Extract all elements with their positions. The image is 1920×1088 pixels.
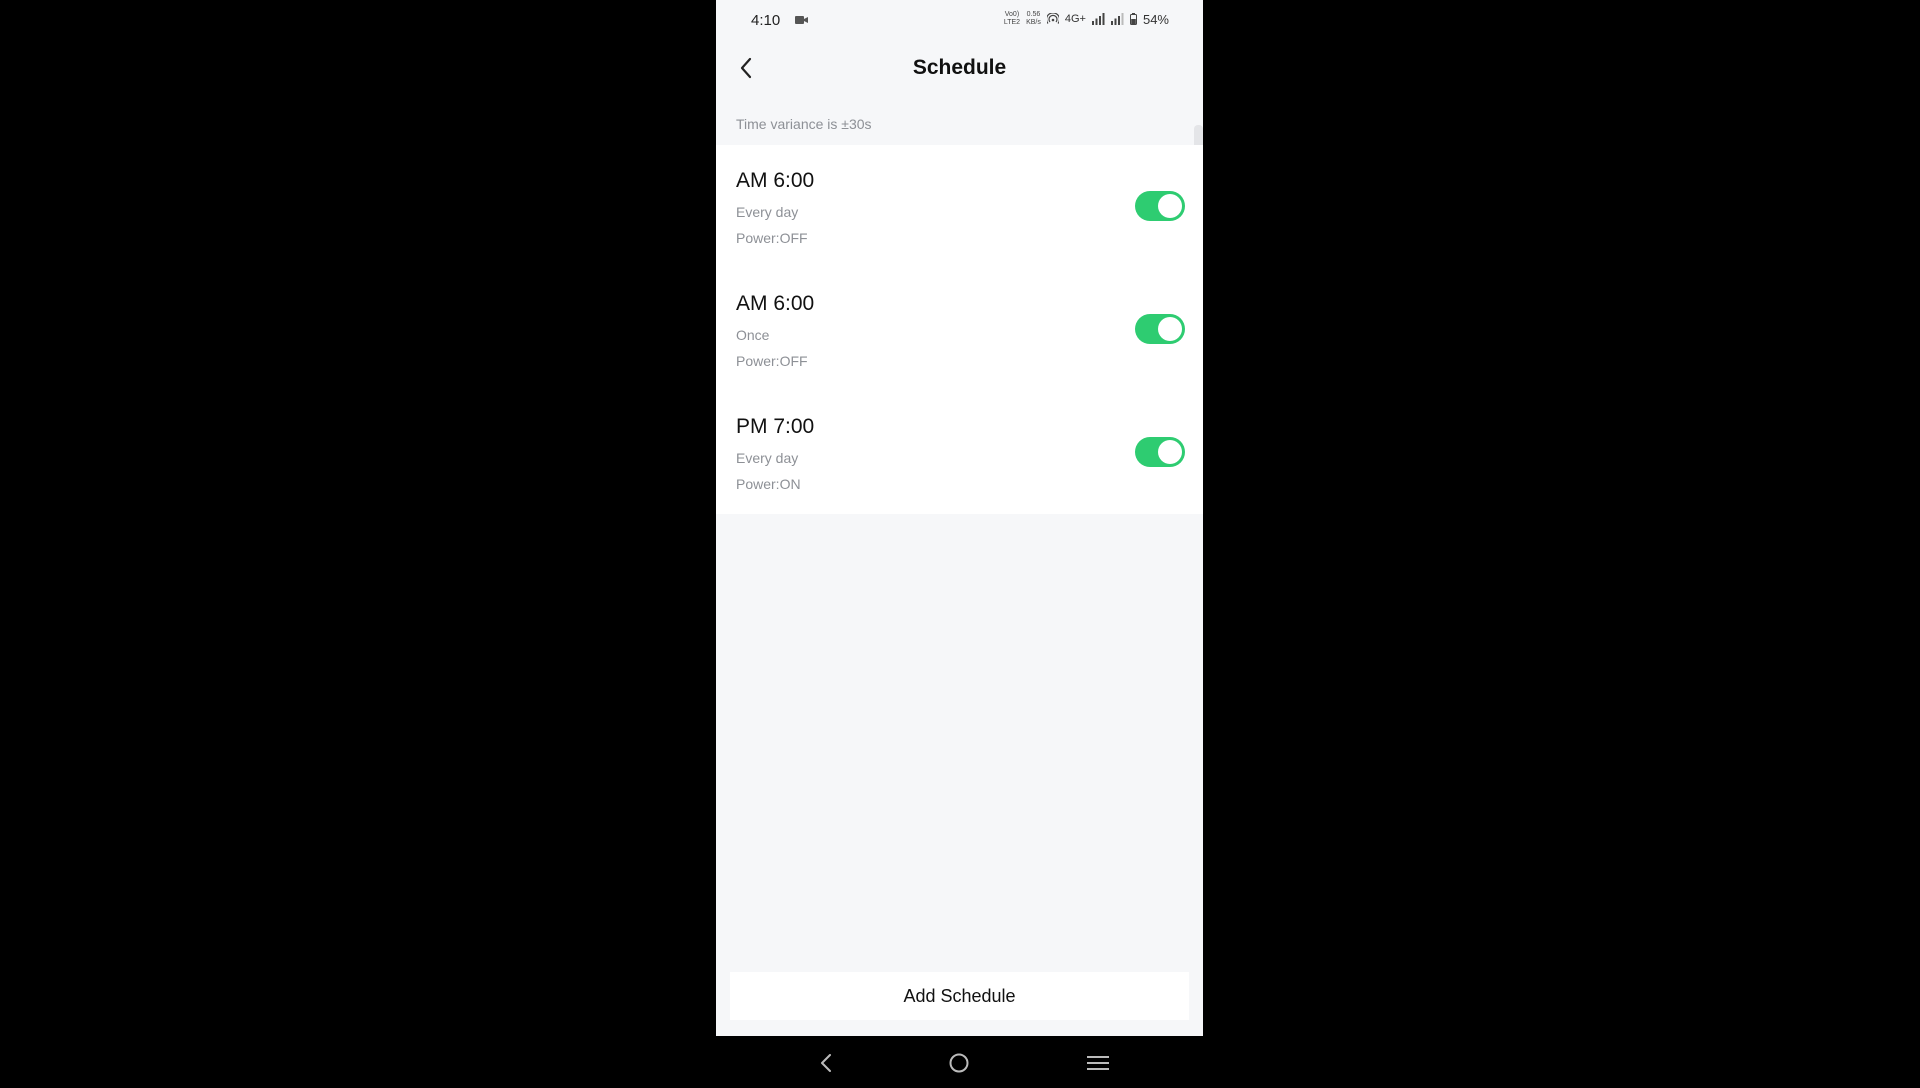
schedule-time: PM 7:00 — [736, 415, 815, 438]
phone-screen: 4:10 Vo0) LTE2 0.56 KB/s 4G+ 54% Schedul… — [716, 0, 1203, 1036]
schedule-toggle[interactable] — [1135, 191, 1185, 221]
network-speed: 0.56 KB/s — [1026, 11, 1041, 26]
schedule-time: AM 6:00 — [736, 169, 815, 192]
signal-icon-1 — [1091, 13, 1105, 25]
nav-menu-icon — [1087, 1056, 1109, 1070]
schedule-item[interactable]: AM 6:00 Once Power:OFF — [716, 268, 1203, 391]
hotspot-icon — [1046, 13, 1059, 24]
schedule-item[interactable]: PM 7:00 Every day Power:ON — [716, 391, 1203, 514]
app-header: Schedule — [716, 40, 1203, 96]
system-nav-bar — [716, 1036, 1203, 1088]
nav-home-button[interactable] — [946, 1050, 972, 1076]
screen-record-icon — [795, 16, 808, 24]
toggle-knob — [1158, 317, 1182, 341]
volte-indicator: Vo0) LTE2 — [1003, 11, 1021, 26]
schedule-action: Power:OFF — [736, 353, 808, 369]
nav-menu-button[interactable] — [1085, 1050, 1111, 1076]
time-variance-hint: Time variance is ±30s — [736, 116, 872, 132]
schedule-action: Power:OFF — [736, 230, 808, 246]
nav-back-icon — [821, 1054, 831, 1072]
schedule-time: AM 6:00 — [736, 292, 815, 315]
network-type: 4G+ — [1064, 13, 1086, 25]
page-title: Schedule — [912, 56, 1007, 79]
schedule-repeat: Every day — [736, 450, 799, 466]
battery-percent: 54% — [1142, 11, 1169, 27]
status-time: 4:10 — [751, 12, 781, 29]
status-icons: Vo0) LTE2 0.56 KB/s 4G+ 54% — [1004, 11, 1169, 27]
schedule-repeat: Once — [736, 327, 770, 343]
status-bar: 4:10 Vo0) LTE2 0.56 KB/s 4G+ 54% — [716, 0, 1203, 40]
schedule-item[interactable]: AM 6:00 Every day Power:OFF — [716, 145, 1203, 268]
schedule-repeat: Every day — [736, 204, 799, 220]
schedule-toggle[interactable] — [1135, 314, 1185, 344]
signal-icon-2 — [1110, 13, 1124, 25]
nav-home-icon — [949, 1053, 969, 1073]
add-schedule-button[interactable]: Add Schedule — [730, 972, 1189, 1020]
schedule-toggle[interactable] — [1135, 437, 1185, 467]
schedule-action: Power:ON — [736, 476, 801, 492]
toggle-knob — [1158, 440, 1182, 464]
nav-back-button[interactable] — [813, 1050, 839, 1076]
battery-icon — [1129, 13, 1137, 25]
toggle-knob — [1158, 194, 1182, 218]
schedule-list: AM 6:00 Every day Power:OFF AM 6:00 Once… — [716, 145, 1203, 514]
